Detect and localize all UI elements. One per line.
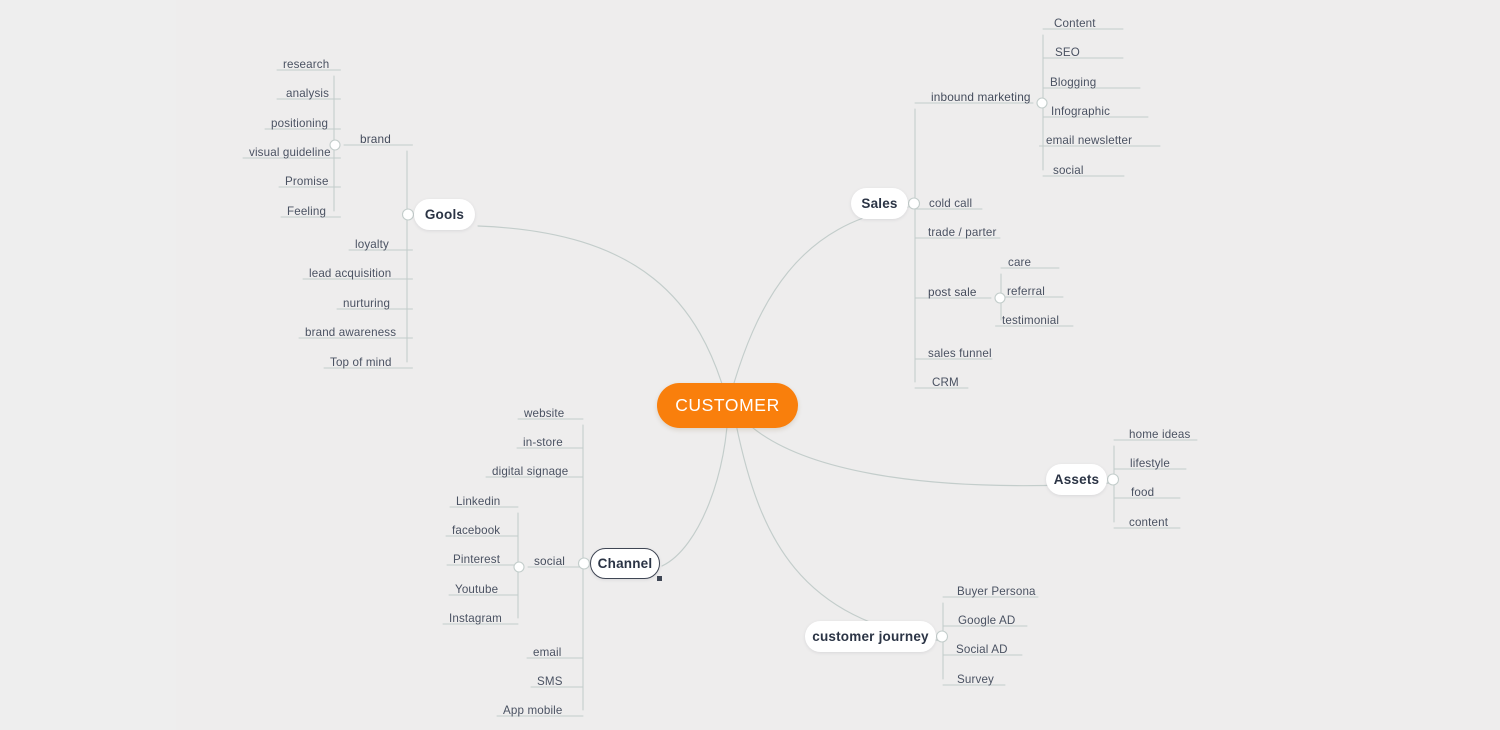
branch-node-assets[interactable]: Assets <box>1046 464 1107 495</box>
mindmap-leaf-node[interactable]: Infographic <box>1051 106 1110 118</box>
mindmap-leaf-node[interactable]: SEO <box>1055 47 1080 59</box>
connector-lines <box>242 28 1198 717</box>
mindmap-leaf-node[interactable]: Google AD <box>958 615 1015 627</box>
mindmap-leaf-node[interactable]: positioning <box>271 118 328 130</box>
mindmap-leaf-node[interactable]: lead acquisition <box>309 268 391 280</box>
mindmap-leaf-node[interactable]: SMS <box>537 676 563 688</box>
mindmap-leaf-node[interactable]: loyalty <box>355 239 389 251</box>
mindmap-leaf-node[interactable]: email <box>533 647 561 659</box>
mindmap-leaf-node[interactable]: Buyer Persona <box>957 586 1036 598</box>
mindmap-leaf-node[interactable]: inbound marketing <box>931 91 1031 104</box>
mindmap-leaf-node[interactable]: lifestyle <box>1130 458 1170 470</box>
connector-path <box>727 206 909 405</box>
mindmap-leaf-node[interactable]: Linkedin <box>456 496 500 508</box>
mindmap-leaf-node[interactable]: post sale <box>928 286 977 299</box>
root-node-customer[interactable]: CUSTOMER <box>657 383 798 428</box>
branch-node-channel[interactable]: Channel <box>590 548 662 581</box>
mindmap-leaf-node[interactable]: social <box>1053 165 1084 177</box>
branch-junction-dot[interactable] <box>907 197 921 210</box>
mindmap-leaf-node[interactable]: research <box>283 59 329 71</box>
mindmap-leaf-node[interactable]: Youtube <box>455 584 498 596</box>
mindmap-leaf-node[interactable]: Survey <box>957 674 994 686</box>
mindmap-leaf-node[interactable]: Top of mind <box>330 357 392 369</box>
mindmap-leaf-node[interactable]: in-store <box>523 437 563 449</box>
branch-junction-dot[interactable] <box>935 630 949 643</box>
mindmap-leaf-node[interactable]: referral <box>1007 286 1045 298</box>
connector-path <box>735 423 943 642</box>
mindmap-leaf-node[interactable]: Blogging <box>1050 77 1096 89</box>
mindmap-leaf-node[interactable]: sales funnel <box>928 348 992 360</box>
mindmap-leaf-node[interactable]: trade / parter <box>928 227 996 239</box>
branch-node-customer-journey[interactable]: customer journey <box>805 621 936 652</box>
mindmap-leaf-node[interactable]: social <box>534 555 565 568</box>
branch-junction-dot[interactable] <box>1036 97 1048 109</box>
mindmap-leaf-node[interactable]: website <box>524 408 564 420</box>
mindmap-leaf-node[interactable]: food <box>1131 487 1154 499</box>
branch-junction-dot[interactable] <box>401 208 415 221</box>
branch-junction-dot[interactable] <box>513 561 525 573</box>
mindmap-leaf-node[interactable]: home ideas <box>1129 429 1190 441</box>
connector-path <box>661 403 729 567</box>
mindmap-leaf-node[interactable]: care <box>1008 257 1031 269</box>
mindmap-leaf-node[interactable]: brand <box>360 133 391 146</box>
canvas-left-gutter <box>0 0 176 730</box>
mindmap-leaf-node[interactable]: App mobile <box>503 705 563 717</box>
resize-handle[interactable] <box>657 576 662 581</box>
mindmap-leaf-node[interactable]: Pinterest <box>453 554 500 566</box>
mindmap-leaf-node[interactable]: CRM <box>932 377 959 389</box>
connector-path <box>477 225 729 405</box>
mindmap-leaf-node[interactable]: brand awareness <box>305 327 396 339</box>
mindmap-leaf-node[interactable]: testimonial <box>1002 315 1059 327</box>
mindmap-leaf-node[interactable]: digital signage <box>492 466 568 478</box>
mindmap-leaf-node[interactable]: cold call <box>929 198 972 210</box>
branch-junction-dot[interactable] <box>994 292 1006 304</box>
mindmap-leaf-node[interactable]: Feeling <box>287 206 326 218</box>
mindmap-leaf-node[interactable]: analysis <box>286 88 329 100</box>
mindmap-leaf-node[interactable]: email newsletter <box>1046 135 1132 147</box>
mindmap-leaf-node[interactable]: nurturing <box>343 298 390 310</box>
branch-junction-dot[interactable] <box>577 557 591 570</box>
mindmap-canvas[interactable]: CUSTOMER Gools brand research analysis positi… <box>0 0 1500 730</box>
mindmap-leaf-node[interactable]: content <box>1129 517 1168 529</box>
branch-junction-dot[interactable] <box>1106 473 1120 486</box>
mindmap-leaf-node[interactable]: visual guideline <box>249 147 331 159</box>
branch-node-sales[interactable]: Sales <box>851 188 908 219</box>
branch-junction-dot[interactable] <box>329 139 341 151</box>
mindmap-leaf-node[interactable]: facebook <box>452 525 500 537</box>
mindmap-leaf-node[interactable]: Instagram <box>449 613 502 625</box>
branch-node-gools[interactable]: Gools <box>414 199 475 230</box>
mindmap-leaf-node[interactable]: Promise <box>285 176 329 188</box>
mindmap-leaf-node[interactable]: Social AD <box>956 644 1008 656</box>
mindmap-leaf-node[interactable]: Content <box>1054 18 1096 30</box>
